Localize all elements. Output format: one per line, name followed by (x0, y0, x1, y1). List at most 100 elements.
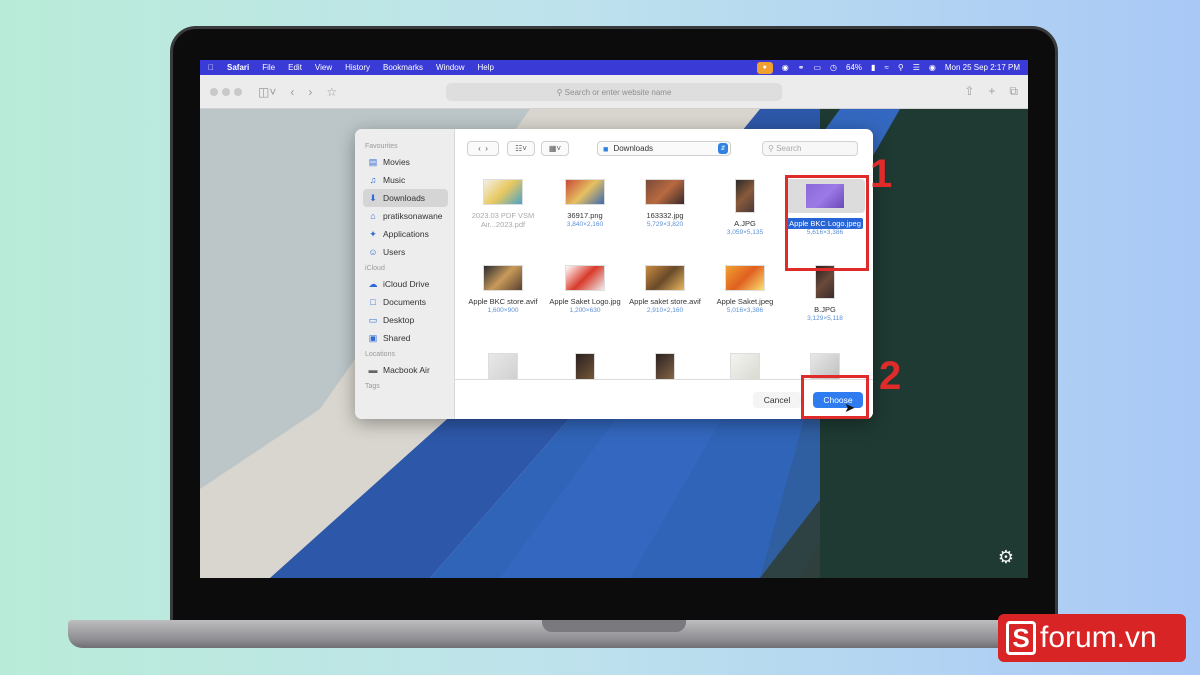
menu-help[interactable]: Help (477, 63, 493, 72)
file-name-text: 163332.jpg (646, 211, 684, 220)
file-thumbnail (575, 353, 595, 379)
sforum-logo: S (1006, 621, 1036, 655)
wifi-icon[interactable]: ≈ (884, 63, 888, 72)
dnd-icon[interactable]: ⚭ (798, 63, 805, 72)
control-center-icon[interactable]: ☰ (913, 63, 920, 72)
file-thumbnail-wrap (705, 179, 785, 213)
dialog-search-input[interactable]: ⚲ Search (762, 141, 858, 156)
download-icon: ⬇ (369, 192, 377, 203)
file-item[interactable]: 2023.03 PDF VSM Air...2023.pdf (463, 179, 543, 230)
file-name-text: Apple Saket Logo.jpg (549, 297, 621, 306)
minimize-window-button[interactable] (222, 87, 230, 96)
sidebar-item-documents[interactable]: □ Documents (363, 293, 448, 311)
file-item[interactable]: Apple Saket.jpeg 5,016×3,386 (705, 265, 785, 314)
battery-percent[interactable]: 64% (846, 63, 862, 72)
back-forward-buttons[interactable]: ‹ › (467, 141, 499, 156)
file-name-text: Apple BKC store.avif (468, 297, 538, 306)
dialog-search-placeholder: Search (776, 144, 802, 153)
share-icon[interactable]: ⇧ (964, 84, 974, 99)
sidebar-item-label: Desktop (383, 315, 415, 325)
search-icon[interactable]: ⚲ (898, 63, 904, 72)
sidebar-item-pratiksonawane[interactable]: ⌂ pratiksonawane (363, 207, 448, 225)
menu-edit[interactable]: Edit (288, 63, 302, 72)
address-bar[interactable]: ⚲ Search or enter website name (446, 83, 782, 101)
screen-icon[interactable]: ▭ (813, 63, 821, 72)
file-item-partial[interactable] (625, 353, 705, 379)
file-name: 163332.jpg (625, 211, 705, 220)
menu-file[interactable]: File (262, 63, 275, 72)
sidebar-item-downloads[interactable]: ⬇ Downloads (363, 189, 448, 207)
file-item[interactable]: B.JPG 3,129×5,118 (785, 265, 865, 322)
microphone-icon[interactable]: ● (756, 61, 773, 74)
menu-view[interactable]: View (315, 63, 332, 72)
sidebar-item-applications[interactable]: ✦ Applications (363, 225, 448, 243)
file-item[interactable]: A.JPG 3,059×5,135 (705, 179, 785, 236)
file-thumbnail (483, 265, 523, 291)
toolbar-right: ⇧ + ⧉ (964, 84, 1018, 99)
file-thumbnail-wrap (463, 265, 543, 291)
file-dimensions: 1,600×900 (487, 307, 519, 314)
file-thumbnail (565, 265, 605, 291)
sidebar-item-music[interactable]: ♫ Music (363, 171, 448, 189)
clock-text[interactable]: Mon 25 Sep 2:17 PM (945, 63, 1020, 72)
apple-icon[interactable]:  (208, 63, 214, 72)
tab-overview-icon[interactable]: ⧉ (1009, 84, 1018, 99)
file-name-text: B.JPG (814, 305, 836, 314)
new-tab-icon[interactable]: + (988, 84, 995, 99)
menu-safari[interactable]: Safari (227, 63, 249, 72)
close-window-button[interactable] (210, 87, 218, 96)
view-mode-icon[interactable]: ☷˅ (507, 141, 535, 156)
record-icon[interactable]: ◉ (782, 63, 789, 72)
file-thumbnail (488, 353, 518, 379)
document-icon: □ (370, 297, 376, 307)
cloud-icon: ☁ (368, 278, 378, 289)
status-area: ● ◉ ⚭ ▭ ◷ 64% ▮ ≈ ⚲ ☰ ◉ Mon 25 Sep 2:17 … (756, 61, 1020, 74)
bookmark-star-icon[interactable]: ☆ (326, 85, 337, 99)
sidebar-item-shared[interactable]: ▣ Shared (363, 329, 448, 347)
menu-bar:  Safari File Edit View History Bookmark… (200, 60, 1028, 75)
battery-icon[interactable]: ▮ (871, 63, 875, 72)
menu-history[interactable]: History (345, 63, 370, 72)
highlight-box-choose-button (801, 375, 869, 419)
settings-sliders-icon[interactable]: ⚙ (998, 547, 1014, 568)
file-dimensions: 1,200×630 (569, 307, 601, 314)
highlight-box-selected-file (785, 175, 869, 271)
group-mode-icon[interactable]: ▦˅ (541, 141, 569, 156)
clock-icon[interactable]: ◷ (830, 63, 837, 72)
cancel-button[interactable]: Cancel (753, 392, 801, 408)
back-icon[interactable]: ‹ (290, 85, 294, 99)
sidebar-item-icloud-drive[interactable]: ☁ iCloud Drive (363, 275, 448, 293)
file-item[interactable]: 163332.jpg 5,729×3,820 (625, 179, 705, 228)
file-item-partial[interactable] (705, 353, 785, 379)
file-item-partial[interactable] (463, 353, 543, 379)
window-controls (210, 87, 242, 96)
sidebar-toggle-icon[interactable]: ◫˅ (258, 85, 276, 99)
step-number-1: 1 (870, 152, 893, 196)
file-item[interactable]: Apple Saket Logo.jpg 1,200×630 (545, 265, 625, 314)
sidebar-item-desktop[interactable]: ▭ Desktop (363, 311, 448, 329)
file-item[interactable]: Apple saket store.avif 2,910×2,160 (625, 265, 705, 314)
sidebar-item-users[interactable]: ☺ Users (363, 243, 448, 261)
sidebar-item-macbook-air[interactable]: ▬ Macbook Air (363, 361, 448, 379)
sidebar-item-movies[interactable]: ▤ Movies (363, 153, 448, 171)
menu-bookmarks[interactable]: Bookmarks (383, 63, 423, 72)
address-placeholder: Search or enter website name (564, 87, 672, 97)
file-name: Apple saket store.avif (625, 297, 705, 306)
file-item-partial[interactable] (545, 353, 625, 379)
safari-toolbar: ◫˅ ‹ › ☆ ⚲ Search or enter website name … (200, 75, 1028, 109)
popup-arrows-icon: ⇵ (718, 143, 728, 154)
location-popup[interactable]: ■ Downloads ⇵ (597, 141, 731, 156)
menu-window[interactable]: Window (436, 63, 464, 72)
zoom-window-button[interactable] (234, 87, 242, 96)
file-name: Apple Saket.jpeg (705, 297, 785, 306)
siri-icon[interactable]: ◉ (929, 63, 936, 72)
file-item[interactable]: Apple BKC store.avif 1,600×900 (463, 265, 543, 314)
film-icon: ▤ (368, 156, 378, 167)
file-thumbnail (730, 353, 760, 379)
forward-icon[interactable]: › (308, 85, 312, 99)
file-thumbnail (645, 179, 685, 205)
sidebar-item-label: Users (383, 247, 406, 257)
address-search-icon: ⚲ (556, 87, 565, 97)
dialog-toolbar: ‹ › ☷˅ ▦˅ ■ Downloads ⇵ ⚲ Search (467, 141, 863, 157)
file-item[interactable]: 36917.png 3,840×2,160 (545, 179, 625, 228)
